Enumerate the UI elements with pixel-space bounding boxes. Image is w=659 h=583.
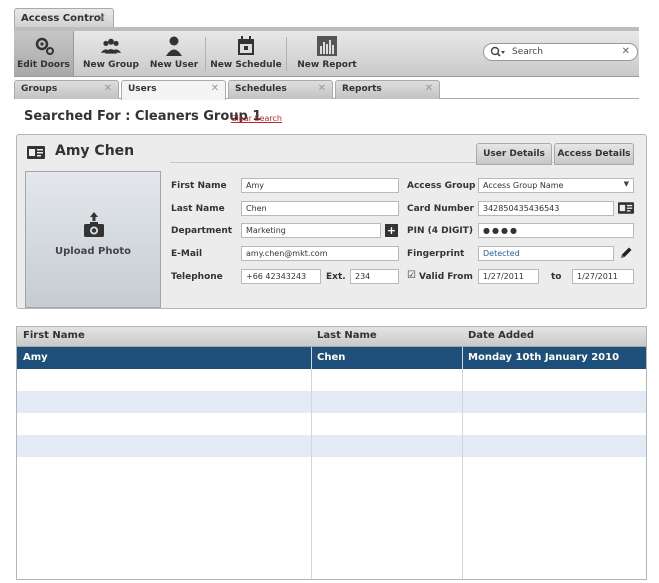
tab-groups[interactable]: Groups ✕ [14,80,119,99]
new-schedule-button[interactable]: New Schedule [208,31,284,76]
tab-reports-label: Reports [342,84,382,94]
column-divider [462,347,463,579]
email-label: E-Mail [171,249,203,259]
search-result-heading: Searched For : Cleaners Group 1 [24,109,262,124]
table-row[interactable] [17,369,646,391]
pencil-icon[interactable] [619,246,633,260]
tab-schedules-label: Schedules [235,84,287,94]
last-name-field[interactable]: Chen [241,201,399,216]
department-label: Department [171,226,233,236]
camera-icon [84,212,104,237]
tab-users[interactable]: Users ✕ [121,80,226,100]
access-group-select[interactable]: Access Group Name ▼ [478,178,634,193]
last-name-label: Last Name [171,204,225,214]
search-box[interactable]: Search ✕ [483,43,638,61]
users-table: First Name Last Name Date Added Amy Chen… [16,326,647,580]
tab-reports[interactable]: Reports ✕ [335,80,440,99]
edit-doors-button[interactable]: Edit Doors [14,31,74,76]
table-row[interactable] [17,435,646,457]
cell-last-name: Chen [317,352,346,363]
user-icon [166,36,182,56]
dropdown-arrow-icon: ▼ [623,180,629,188]
ext-label: Ext. [326,272,346,282]
email-field[interactable]: amy.chen@mkt.com [241,246,399,261]
column-divider [311,347,312,579]
table-row[interactable]: Amy Chen Monday 10th January 2010 [17,347,646,369]
schedule-icon [238,36,254,55]
valid-from-label: Valid From [419,272,473,282]
tab-close-icon[interactable]: ✕ [318,83,326,94]
valid-from-field[interactable]: 1/27/2011 [478,269,539,284]
add-department-icon[interactable]: + [385,224,398,237]
group-icon [100,38,122,54]
search-icon [490,46,505,57]
window-close-icon[interactable]: ✕ [97,12,106,25]
card-number-field[interactable]: 342850435436543 [478,201,614,216]
column-header-first-name[interactable]: First Name [23,330,85,341]
tab-access-details[interactable]: Access Details [554,143,634,165]
table-header: First Name Last Name Date Added [17,327,646,347]
cell-first-name: Amy [23,352,48,363]
report-icon [317,36,337,56]
new-user-label: New User [149,60,199,70]
tab-bar: Groups ✕ Users ✕ Schedules ✕ Reports ✕ [14,80,639,100]
upload-photo-button[interactable]: Upload Photo [25,171,161,308]
new-group-label: New Group [83,60,139,70]
table-row[interactable] [17,413,646,435]
new-group-button[interactable]: New Group [80,31,142,76]
table-row[interactable] [17,523,646,545]
user-name-heading: Amy Chen [55,143,135,159]
cell-date-added: Monday 10th January 2010 [468,352,620,363]
toolbar-separator [205,37,206,71]
table-row[interactable] [17,545,646,567]
valid-to-field[interactable]: 1/27/2011 [572,269,634,284]
tab-close-icon[interactable]: ✕ [104,83,112,94]
telephone-label: Telephone [171,272,223,282]
new-report-label: New Report [297,60,357,70]
tab-user-details[interactable]: User Details [476,143,552,165]
toolbar-separator [286,37,287,71]
edit-doors-label: Edit Doors [17,60,70,70]
column-header-date-added[interactable]: Date Added [468,330,534,341]
tab-close-icon[interactable]: ✕ [211,83,219,94]
tab-groups-label: Groups [21,84,58,94]
search-clear-icon[interactable]: ✕ [622,46,630,57]
table-row[interactable] [17,501,646,523]
first-name-label: First Name [171,181,227,191]
access-group-label: Access Group [407,181,476,191]
table-row[interactable] [17,479,646,501]
telephone-field[interactable]: +66 42343243 [241,269,321,284]
clear-search-link[interactable]: Clear Search [231,114,282,123]
gears-icon [35,37,54,55]
new-user-button[interactable]: New User [144,31,204,76]
tab-users-label: Users [128,84,157,94]
table-row[interactable] [17,457,646,479]
new-schedule-label: New Schedule [210,60,282,70]
upload-photo-label: Upload Photo [55,246,131,257]
ext-field[interactable]: 234 [350,269,399,284]
id-card-icon [27,146,45,159]
valid-to-label: to [551,272,562,282]
pin-field[interactable]: ●●●● [478,223,634,238]
department-field[interactable]: Marketing [241,223,381,238]
window-tab[interactable]: Access Control ✕ [14,8,114,28]
search-placeholder: Search [512,47,543,57]
fingerprint-label: Fingerprint [407,249,465,259]
table-row[interactable] [17,391,646,413]
pin-label: PIN (4 DIGIT) [407,226,473,236]
access-group-value: Access Group Name [483,181,564,190]
column-header-last-name[interactable]: Last Name [317,330,377,341]
first-name-field[interactable]: Amy [241,178,399,193]
tab-schedules[interactable]: Schedules ✕ [228,80,333,99]
card-number-label: Card Number [407,204,474,214]
tab-close-icon[interactable]: ✕ [425,83,433,94]
card-icon[interactable] [618,202,634,214]
window-tab-label: Access Control [21,13,105,24]
fingerprint-field[interactable]: Detected [478,246,614,261]
valid-from-checkbox[interactable]: ☑ [407,270,416,281]
new-report-button[interactable]: New Report [290,31,364,76]
